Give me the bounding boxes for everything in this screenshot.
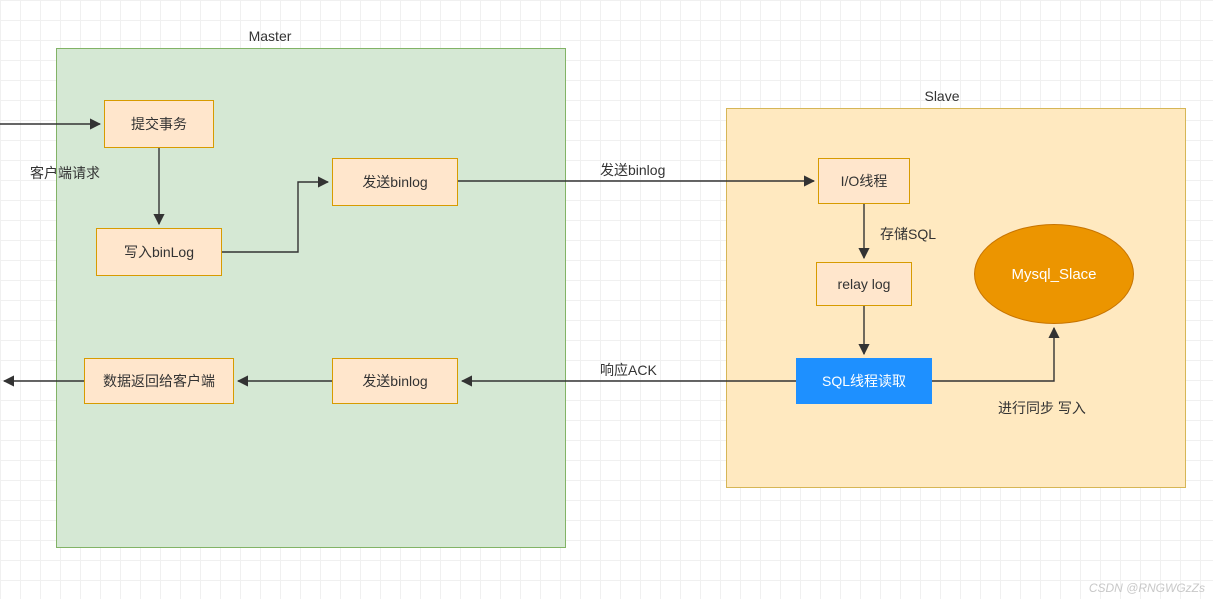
label-client-request: 客户端请求 xyxy=(30,163,100,183)
node-sql-thread: SQL线程读取 xyxy=(796,358,932,404)
slave-title: Slave xyxy=(924,88,959,104)
node-return-client: 数据返回给客户端 xyxy=(84,358,234,404)
label-sync-write: 进行同步 写入 xyxy=(998,398,1086,418)
label-send-binlog: 发送binlog xyxy=(600,160,665,180)
node-send-binlog-top: 发送binlog xyxy=(332,158,458,206)
node-write-binlog: 写入binLog xyxy=(96,228,222,276)
master-title: Master xyxy=(249,28,292,44)
node-io-thread: I/O线程 xyxy=(818,158,910,204)
node-relay-log: relay log xyxy=(816,262,912,306)
node-commit-tx: 提交事务 xyxy=(104,100,214,148)
node-mysql-slave: Mysql_Slace xyxy=(974,224,1134,324)
label-ack: 响应ACK xyxy=(600,360,657,380)
node-send-binlog-bottom: 发送binlog xyxy=(332,358,458,404)
watermark: CSDN @RNGWGzZs xyxy=(1089,581,1205,595)
label-store-sql: 存储SQL xyxy=(880,224,936,244)
